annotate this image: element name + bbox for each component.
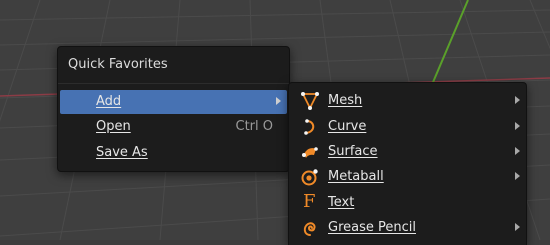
submenu-arrow-icon <box>276 97 281 105</box>
surface-icon <box>300 142 320 162</box>
menu-item-grease-pencil[interactable]: Grease Pencil <box>291 216 524 240</box>
mesh-icon <box>300 91 320 111</box>
metaball-icon <box>300 167 320 187</box>
menu-item-label: Text <box>328 195 355 210</box>
add-submenu: Mesh Curve Surface Metaball F Text Greas… <box>288 82 527 245</box>
menu-item-save-as[interactable]: Save As <box>60 141 287 165</box>
menu-item-label: Mesh <box>328 93 363 108</box>
grease-pencil-icon <box>300 218 320 238</box>
menu-item-metaball[interactable]: Metaball <box>291 165 524 189</box>
menu-item-label: Save As <box>96 145 148 160</box>
menu-item-label: Surface <box>328 144 378 159</box>
menu-item-label: Grease Pencil <box>328 220 416 235</box>
menu-item-label: Add <box>96 94 122 109</box>
menu-item-mesh[interactable]: Mesh <box>291 89 524 113</box>
menu-item-label: Curve <box>328 119 367 134</box>
menu-item-text[interactable]: F Text <box>291 191 524 215</box>
menu-separator <box>58 83 289 84</box>
menu-item-add[interactable]: Add <box>60 90 287 114</box>
submenu-arrow-icon <box>515 172 520 180</box>
menu-item-surface[interactable]: Surface <box>291 140 524 164</box>
menu-item-label: Metaball <box>328 169 384 184</box>
quick-favorites-menu: Quick Favorites Add Open Ctrl O Save As <box>57 46 290 172</box>
submenu-arrow-icon <box>515 223 520 231</box>
menu-item-curve[interactable]: Curve <box>291 115 524 139</box>
submenu-arrow-icon <box>515 96 520 104</box>
menu-item-open[interactable]: Open Ctrl O <box>60 115 287 139</box>
menu-item-label: Open <box>96 119 131 134</box>
curve-icon <box>300 117 320 137</box>
menu-title: Quick Favorites <box>68 57 168 72</box>
submenu-arrow-icon <box>515 122 520 130</box>
shortcut-label: Ctrl O <box>235 119 274 134</box>
submenu-arrow-icon <box>515 147 520 155</box>
text-icon: F <box>303 191 316 212</box>
